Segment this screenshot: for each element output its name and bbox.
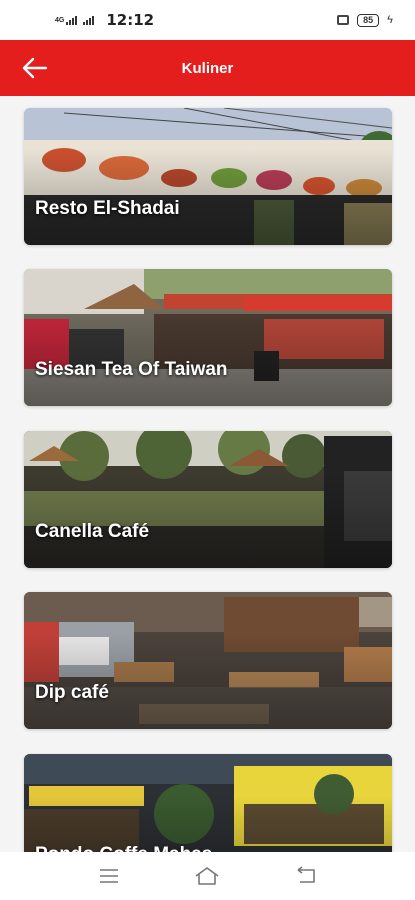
network-type: 4G [55,16,65,24]
card-shade [24,754,392,852]
page-title: Kuliner [181,59,234,77]
card-shade [24,431,392,568]
status-time: 12:12 [106,11,155,29]
place-name: Resto El-Shadai [35,198,180,219]
recent-apps-button[interactable] [89,861,129,891]
place-name: Pondo Coffe Mahas [35,844,212,852]
place-card[interactable]: Dip café [24,592,392,729]
vibrate-icon [337,15,350,25]
signal-icon [66,15,78,25]
place-card[interactable]: Canella Café [24,431,392,568]
return-icon [297,866,315,883]
place-card[interactable]: Resto El-Shadai [24,108,392,245]
signal-icon [83,15,95,25]
status-bar: 4G 12:12 85 ϟ [0,0,415,40]
home-icon [196,867,219,885]
charging-icon: ϟ [387,14,393,26]
place-list[interactable]: Resto El-Shadai Siesan Tea Of Taiwan Can… [0,96,415,852]
place-card[interactable]: Pondo Coffe Mahas [24,754,392,852]
place-name: Canella Café [35,521,150,542]
place-name: Siesan Tea Of Taiwan [35,359,228,380]
home-button[interactable] [187,861,227,891]
battery-level: 85 [363,14,374,25]
back-button[interactable] [20,54,50,82]
app-bar: Kuliner [0,40,415,96]
place-card[interactable]: Siesan Tea Of Taiwan [24,269,392,406]
arrow-left-icon [22,57,48,79]
card-shade [24,269,392,406]
card-shade [24,108,392,245]
battery-icon: 85 [357,13,380,27]
recent-apps-icon [100,869,119,883]
place-name: Dip café [35,682,109,703]
return-button[interactable] [286,861,326,891]
system-nav-bar [0,852,415,900]
card-shade [24,592,392,729]
